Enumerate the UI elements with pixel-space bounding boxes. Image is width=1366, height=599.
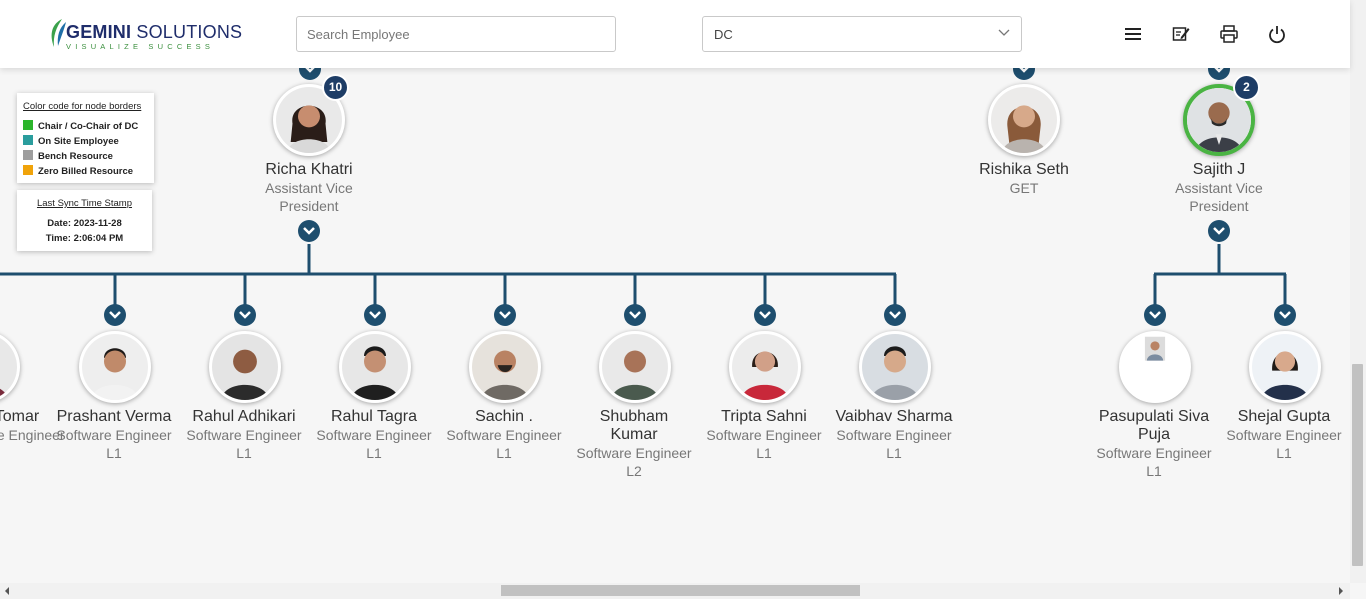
employee-designation-line2: President (1189, 198, 1249, 214)
chevron-down-icon (303, 227, 315, 235)
expand-toggle[interactable] (884, 304, 906, 326)
avatar[interactable] (209, 331, 281, 403)
employee-level: L1 (886, 445, 902, 461)
leaf-logo-icon (51, 19, 66, 47)
chevron-down-icon (239, 311, 251, 319)
horizontal-scrollbar-thumb[interactable] (501, 585, 860, 596)
employee-designation: Software Engineer (706, 427, 822, 443)
employee-designation: Software Engineer (56, 427, 172, 443)
person-photo-icon (82, 334, 148, 400)
person-photo-icon (1252, 334, 1318, 400)
avatar[interactable] (729, 331, 801, 403)
employee-name: Shubham (599, 408, 669, 425)
chevron-down-icon (629, 311, 641, 319)
edit-note-icon[interactable] (1171, 24, 1191, 44)
employee-name: Prashant Verma (56, 408, 172, 425)
person-photo-icon (991, 87, 1057, 153)
company-logo[interactable]: GEMINI SOLUTIONS VISUALIZE SUCCESS (46, 18, 242, 52)
avatar[interactable] (469, 331, 541, 403)
employee-designation: Software Engineer (446, 427, 562, 443)
avatar[interactable] (859, 331, 931, 403)
person-photo-icon (602, 334, 668, 400)
chevron-down-icon (109, 311, 121, 319)
employee-name: Shejal Gupta (1237, 408, 1331, 425)
employee-level: L1 (1276, 445, 1292, 461)
chevron-down-icon (759, 311, 771, 319)
person-photo-icon (212, 334, 278, 400)
employee-designation: Software Engineer (1096, 445, 1212, 461)
employee-name: Rahul Adhikari (192, 408, 296, 425)
person-photo-icon (732, 334, 798, 400)
employee-level: L1 (366, 445, 382, 461)
scroll-left-arrow-icon[interactable] (3, 586, 11, 596)
employee-level: L1 (756, 445, 772, 461)
top-header: GEMINI SOLUTIONS VISUALIZE SUCCESS DC (0, 0, 1350, 68)
employee-name: Richa Khatri (265, 161, 353, 178)
expand-toggle[interactable] (364, 304, 386, 326)
employee-name-line2: Kumar (610, 426, 658, 443)
employee-name: Tripta Sahni (721, 408, 807, 425)
expand-toggle[interactable] (298, 220, 320, 242)
employee-name: Vaibhav Sharma (835, 408, 953, 425)
employee-level: L1 (496, 445, 512, 461)
chevron-down-icon (889, 311, 901, 319)
employee-name: Sajith J (1192, 161, 1246, 178)
employee-name-line2: Puja (1137, 426, 1171, 443)
avatar[interactable] (79, 331, 151, 403)
employee-level: L1 (1146, 463, 1162, 479)
person-photo-icon (472, 334, 538, 400)
employee-level: L1 (236, 445, 252, 461)
chevron-down-icon (998, 29, 1010, 36)
logo-tagline: VISUALIZE SUCCESS (66, 42, 215, 51)
power-icon[interactable] (1267, 24, 1287, 44)
employee-level: L1 (106, 445, 122, 461)
employee-name: Sachin . (475, 408, 533, 425)
person-photo-icon (342, 334, 408, 400)
chevron-down-icon (1279, 311, 1291, 319)
employee-designation-line2: President (279, 198, 339, 214)
avatar[interactable] (599, 331, 671, 403)
department-selected-value: DC (714, 27, 733, 42)
avatar[interactable] (339, 331, 411, 403)
employee-designation: Software Engineer (1226, 427, 1342, 443)
employee-designation: Assistant Vice (265, 180, 353, 196)
report-count-badge: 2 (1233, 74, 1260, 101)
logo-wordmark: GEMINI SOLUTIONS (66, 22, 243, 42)
chevron-down-icon (1149, 311, 1161, 319)
person-photo-icon (1122, 334, 1188, 400)
avatar[interactable] (1119, 331, 1191, 403)
employee-designation: Software Engineer (316, 427, 432, 443)
chevron-down-icon (499, 311, 511, 319)
expand-toggle[interactable] (234, 304, 256, 326)
expand-toggle[interactable] (104, 304, 126, 326)
employee-designation: GET (1009, 180, 1039, 196)
employee-name: Rishika Seth (979, 161, 1069, 178)
employee-name: Rahul Tagra (331, 408, 417, 425)
expand-toggle[interactable] (1208, 220, 1230, 242)
expand-toggle[interactable] (754, 304, 776, 326)
department-select[interactable]: DC (702, 16, 1022, 52)
employee-designation: Assistant Vice (1175, 180, 1263, 196)
chevron-down-icon (1213, 227, 1225, 235)
employee-designation: Software Engineer (186, 427, 302, 443)
print-icon[interactable] (1219, 24, 1239, 44)
expand-toggle[interactable] (624, 304, 646, 326)
scroll-right-arrow-icon[interactable] (1337, 586, 1345, 596)
expand-toggle[interactable] (494, 304, 516, 326)
avatar[interactable] (1249, 331, 1321, 403)
chevron-down-icon (369, 311, 381, 319)
employee-name: Pasupulati Siva (1098, 408, 1210, 425)
person-photo-icon (862, 334, 928, 400)
search-employee-input[interactable] (296, 16, 616, 52)
employee-designation: Software Engineer (576, 445, 692, 461)
expand-toggle[interactable] (1144, 304, 1166, 326)
employee-designation: Software Engineer (836, 427, 952, 443)
hamburger-menu-icon[interactable] (1123, 24, 1143, 44)
vertical-scrollbar-thumb[interactable] (1352, 364, 1363, 566)
avatar[interactable] (988, 84, 1060, 156)
org-connector-lines (0, 244, 1287, 306)
employee-level: L2 (626, 463, 642, 479)
expand-toggle[interactable] (1274, 304, 1296, 326)
report-count-badge: 10 (322, 74, 349, 101)
